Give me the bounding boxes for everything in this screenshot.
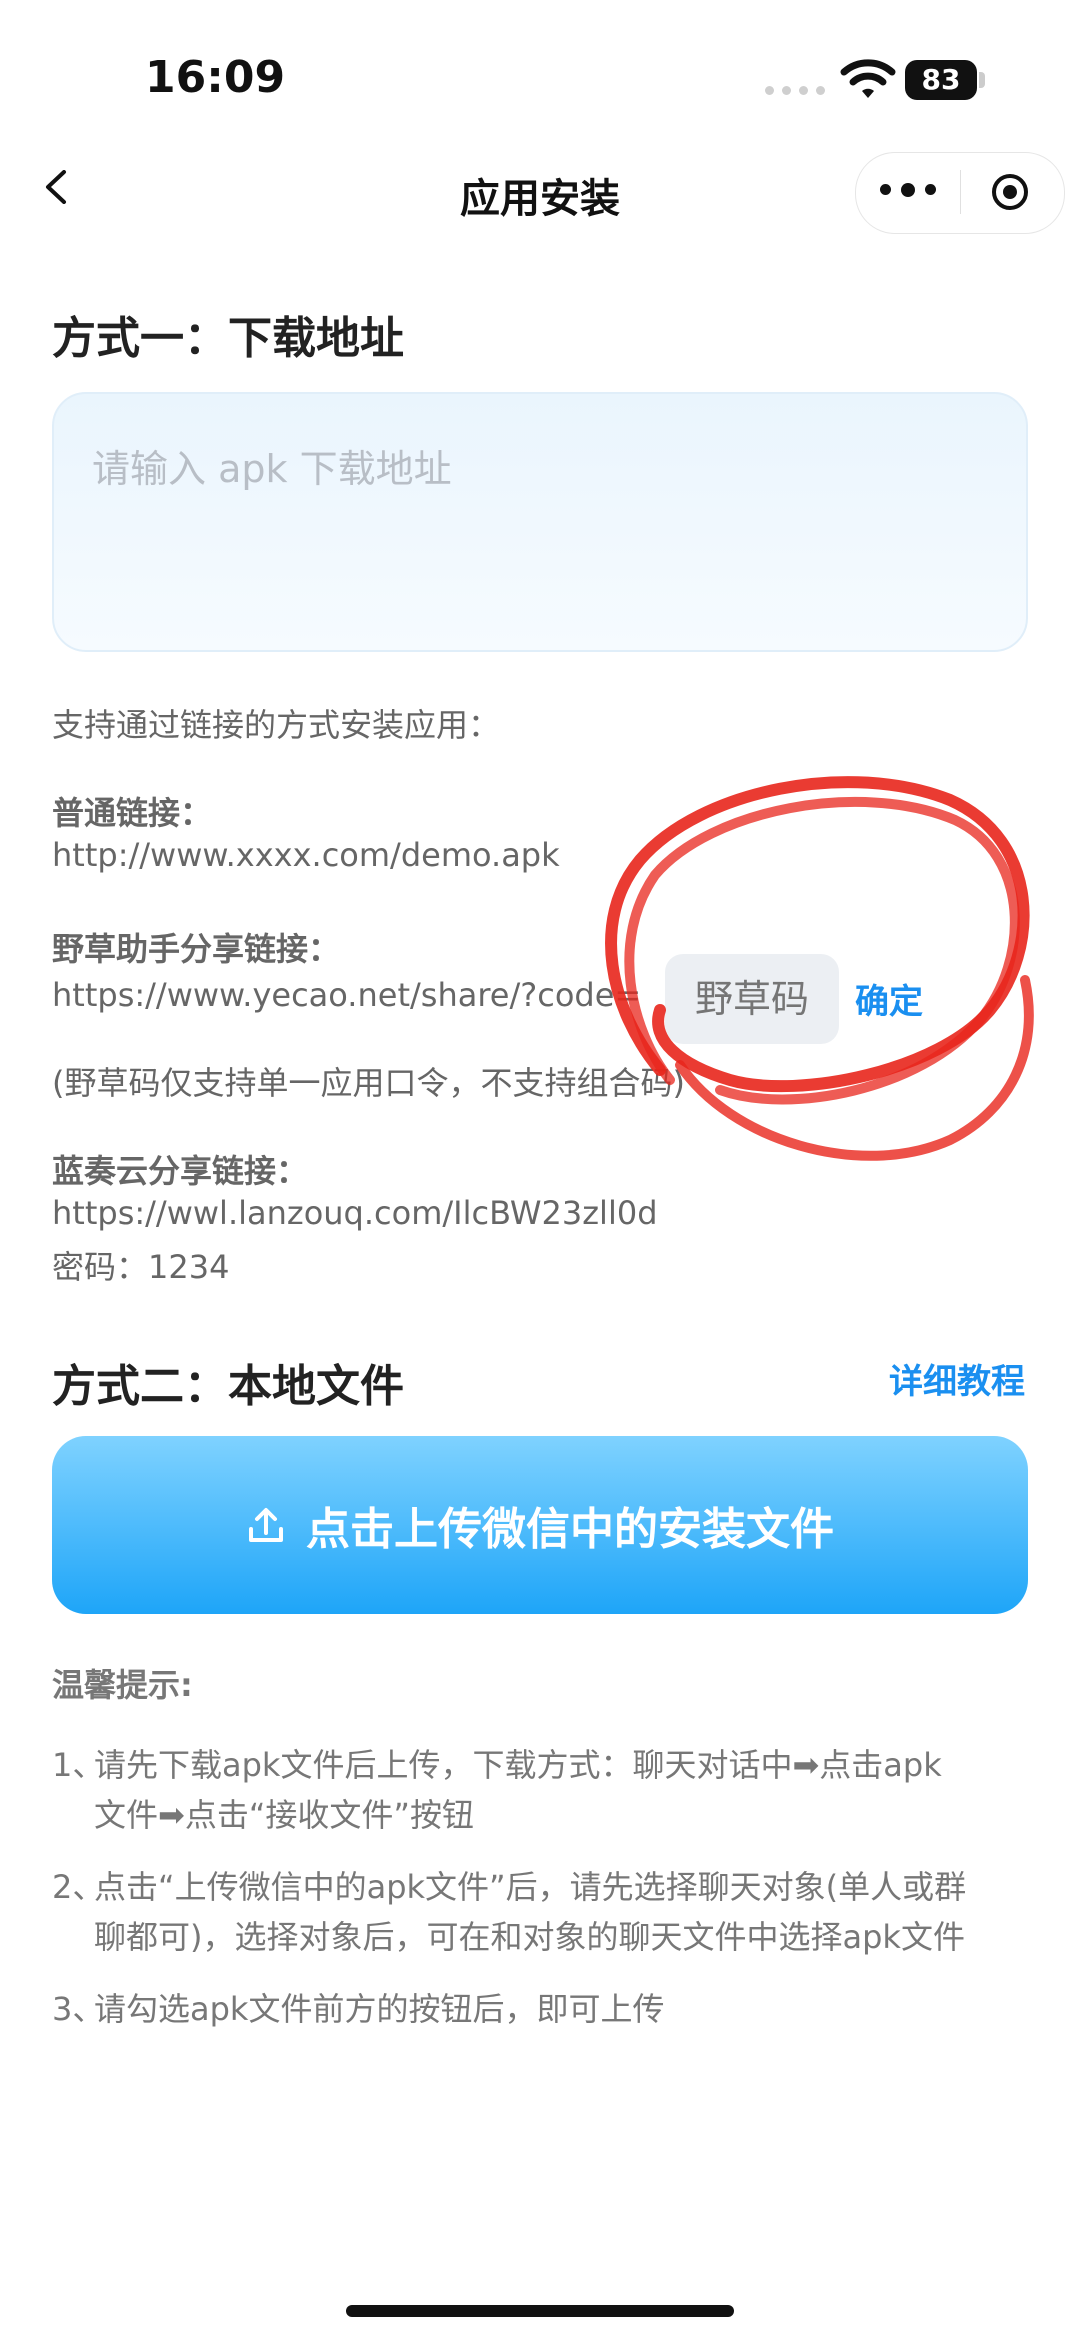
tip-line1: 点击“上传微信中的apk文件”后，请先选择聊天对象(单人或群 [94,1868,967,1906]
yecao-link-label: 野草助手分享链接： [52,930,341,968]
support-text: 支持通过链接的方式安装应用： [52,706,501,744]
tip-number: 3、 [52,1990,105,2028]
wifi-icon [840,59,896,98]
status-time: 16:09 [145,52,286,103]
apk-url-input[interactable] [54,394,1026,650]
more-icon[interactable] [880,182,936,197]
normal-link-label: 普通链接： [52,794,213,832]
tip-number: 1、 [52,1746,105,1784]
upload-button[interactable]: 点击上传微信中的安装文件 [52,1436,1028,1614]
yecao-link-prefix: https://www.yecao.net/share/?code= [52,976,642,1014]
upload-button-label: 点击上传微信中的安装文件 [306,1504,834,1555]
lanzou-password: 密码：1234 [52,1248,230,1286]
upload-icon [249,1508,283,1542]
detail-tutorial-link[interactable]: 详细教程 [0,1354,1025,1403]
target-icon[interactable] [990,172,1030,212]
tip-line2: 文件➡点击“接收文件”按钮 [94,1796,474,1834]
normal-link-example: http://www.xxxx.com/demo.apk [52,836,560,874]
tip-number: 2、 [52,1868,105,1906]
battery-icon: 83 [905,60,977,100]
lanzou-url: https://wwl.lanzouq.com/IlcBW23zll0d [52,1194,658,1232]
battery-tip [979,72,985,88]
tips-title: 温馨提示: [52,1666,193,1704]
tip-line1: 请勾选apk文件前方的按钮后，即可上传 [94,1990,665,2028]
section1-heading: 方式一：下载地址 [52,313,404,364]
apk-url-box [52,392,1028,652]
lanzou-link-label: 蓝奏云分享链接： [52,1152,309,1190]
tip-item: 1、请先下载apk文件后上传，下载方式：聊天对话中➡点击apk 文件➡点击“接收… [52,1740,1042,1840]
tip-line1: 请先下载apk文件后上传，下载方式：聊天对话中➡点击apk [94,1746,942,1784]
tip-item: 2、点击“上传微信中的apk文件”后，请先选择聊天对象(单人或群 聊都可)，选择… [52,1862,1042,1962]
home-indicator [346,2305,734,2317]
tip-item: 3、请勾选apk文件前方的按钮后，即可上传 [52,1984,1042,2034]
annotation-circle [605,776,1034,1161]
signal-icon [765,86,825,95]
capsule-divider [960,170,961,214]
tip-line2: 聊都可)，选择对象后，可在和对象的聊天文件中选择apk文件 [94,1918,965,1956]
